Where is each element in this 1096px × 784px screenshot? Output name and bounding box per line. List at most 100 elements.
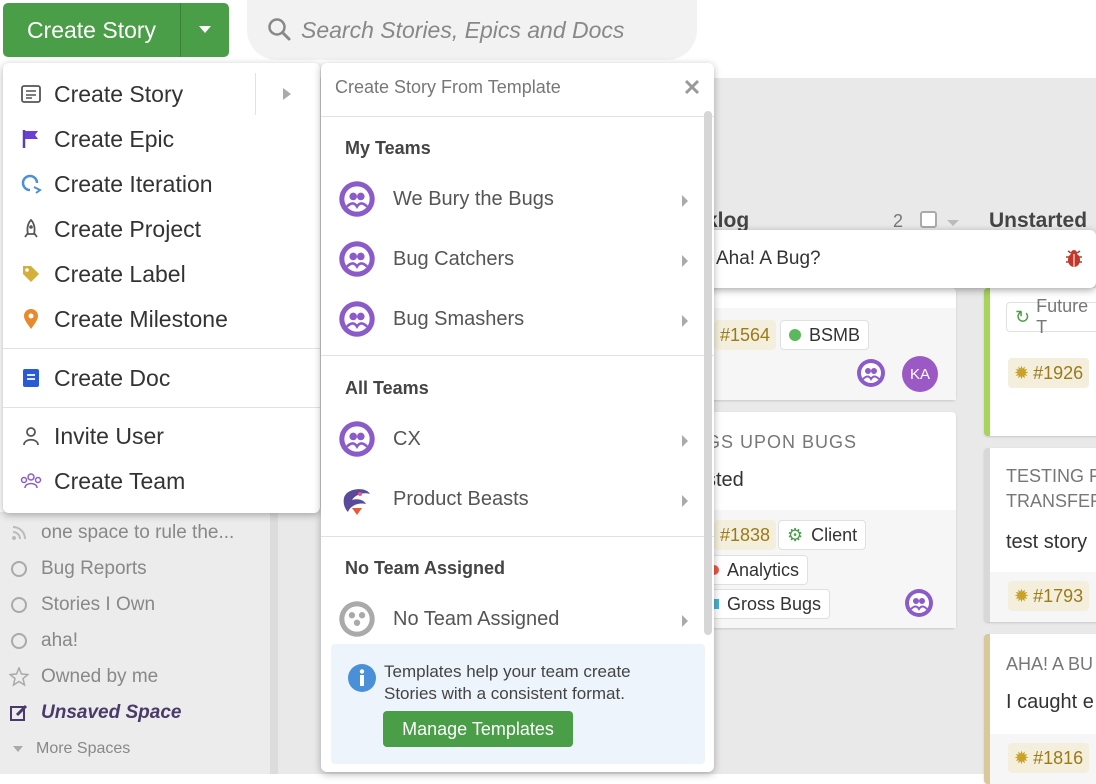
story-card[interactable]: ↻ Future T ✹ #1926 <box>984 288 1096 436</box>
rss-icon <box>8 525 30 541</box>
team-avatar-icon <box>337 299 377 339</box>
space-item[interactable]: Bug Reports <box>8 554 147 584</box>
menu-item-create-doc[interactable]: Create Doc <box>19 361 170 395</box>
story-id: #1793 <box>1033 585 1084 606</box>
story-id-badge: #1564 <box>714 320 777 350</box>
space-item[interactable]: aha! <box>8 626 78 656</box>
menu-item-create-project[interactable]: Create Project <box>19 212 201 246</box>
space-label: Stories I Own <box>41 594 156 615</box>
caret-down-icon <box>12 745 24 753</box>
story-title: I caught e <box>1006 691 1094 713</box>
chevron-right-icon <box>681 251 689 274</box>
label-tag: Gross Bugs <box>700 589 831 619</box>
team-template-item[interactable]: No Team Assigned <box>337 597 697 641</box>
team-icon <box>904 588 934 623</box>
select-all-checkbox[interactable] <box>920 211 937 228</box>
space-item-active[interactable]: Unsaved Space <box>8 698 181 728</box>
create-story-button[interactable]: Create Story <box>3 3 181 57</box>
info-text: Templates help your team create Stories … <box>384 662 631 703</box>
space-label: one space to rule the... <box>41 522 235 543</box>
story-preview-tooltip: Aha! A Bug? <box>704 230 1096 288</box>
epic-name-line1: TESTING F <box>1006 466 1096 486</box>
menu-item-create-epic[interactable]: Create Epic <box>19 122 174 156</box>
menu-item-create-iteration[interactable]: Create Iteration <box>19 167 213 201</box>
edit-icon <box>8 703 30 723</box>
team-template-item[interactable]: Product Beasts <box>337 477 697 521</box>
space-label: Owned by me <box>41 666 159 687</box>
menu-item-label: Create Doc <box>54 364 171 391</box>
space-label: aha! <box>41 630 78 651</box>
menu-item-label: Create Epic <box>54 125 175 152</box>
story-id: #1926 <box>1033 362 1084 383</box>
story-card[interactable]: GS UPON BUGS sted #1838 ⚙ Client Analytic… <box>700 412 956 628</box>
milestone-pin-icon <box>19 308 43 330</box>
space-item[interactable]: Stories I Own <box>8 590 155 620</box>
backlog-count: 2 <box>893 211 904 231</box>
menu-item-label: Invite User <box>54 422 164 449</box>
space-item[interactable]: Owned by me <box>8 662 158 692</box>
menu-item-label: Create Story <box>54 80 184 107</box>
create-menu: Create Story Create Epic Create Iteratio… <box>3 63 320 513</box>
user-icon <box>19 426 43 446</box>
team-avatar-icon <box>337 239 377 279</box>
team-template-item[interactable]: Bug Catchers <box>337 237 697 281</box>
menu-item-create-milestone[interactable]: Create Milestone <box>19 302 228 336</box>
template-menu: Create Story From Template My Teams We B… <box>321 63 714 772</box>
close-icon[interactable] <box>684 79 700 100</box>
epic-name: AHA! A BU <box>1006 654 1094 674</box>
no-team-avatar-icon <box>337 599 377 639</box>
team-template-item[interactable]: Bug Smashers <box>337 297 697 341</box>
story-card[interactable]: #1564 BSMB KA <box>706 288 956 400</box>
chevron-right-icon <box>681 431 689 454</box>
circle-icon <box>8 596 30 614</box>
section-title: All Teams <box>345 378 429 398</box>
story-card[interactable]: TESTING F TRANSFER test story ✹ #1793 <box>984 448 1096 622</box>
team-name: CX <box>393 427 421 450</box>
team-template-item[interactable]: We Bury the Bugs <box>337 177 697 221</box>
label-text: Analytics <box>727 559 800 580</box>
create-dropdown-toggle[interactable] <box>181 3 229 57</box>
section-title: No Team Assigned <box>345 558 506 578</box>
create-split-button: Create Story <box>3 3 229 57</box>
story-title: test story <box>1006 531 1088 553</box>
team-name: Bug Smashers <box>393 307 525 330</box>
search-input[interactable]: Search Stories, Epics and Docs <box>247 0 697 60</box>
team-icon <box>856 358 886 393</box>
circle-icon <box>8 632 30 650</box>
story-card[interactable]: AHA! A BU I caught e ✹ #1816 <box>984 634 1096 784</box>
space-item[interactable]: one space to rule the... <box>8 518 234 548</box>
menu-item-create-label[interactable]: Create Label <box>19 257 186 291</box>
menu-item-create-team[interactable]: Create Team <box>19 464 185 498</box>
avatar[interactable]: KA <box>902 356 938 392</box>
iteration-label: Future T <box>1036 296 1089 337</box>
doc-icon <box>19 368 43 388</box>
manage-templates-button[interactable]: Manage Templates <box>383 711 573 747</box>
chevron-right-icon <box>681 491 689 514</box>
story-id-badge: ✹ #1793 <box>1008 581 1090 611</box>
search-placeholder: Search Stories, Epics and Docs <box>301 16 625 43</box>
team-name: We Bury the Bugs <box>393 187 554 210</box>
workflow-label: BSMB <box>809 324 861 345</box>
bug-icon <box>1064 248 1084 274</box>
info-icon <box>347 663 377 698</box>
chevron-right-icon <box>681 611 689 634</box>
search-icon <box>268 18 291 41</box>
menu-item-create-story[interactable]: Create Story <box>19 77 183 111</box>
iteration-tag: ↻ Future T <box>1006 296 1096 337</box>
story-id-badge: ✹ #1926 <box>1008 358 1090 388</box>
story-id-badge: #1838 <box>714 520 777 550</box>
epic-name-line2: TRANSFER <box>1006 491 1096 511</box>
story-id-badge: ✹ #1816 <box>1008 743 1090 773</box>
chevron-right-icon[interactable] <box>282 87 292 106</box>
menu-item-label: Create Project <box>54 215 202 242</box>
team-name: No Team Assigned <box>393 607 560 630</box>
more-spaces-toggle[interactable]: More Spaces <box>12 734 130 764</box>
menu-item-invite-user[interactable]: Invite User <box>19 419 164 453</box>
menu-item-label: Create Milestone <box>54 305 228 332</box>
templates-info-box: Templates help your team create Stories … <box>331 644 705 764</box>
team-template-item[interactable]: CX <box>337 417 697 461</box>
story-id: #1816 <box>1033 747 1084 768</box>
scrollbar[interactable] <box>704 111 712 635</box>
chevron-right-icon <box>681 311 689 334</box>
menu-item-label: Create Iteration <box>54 170 213 197</box>
